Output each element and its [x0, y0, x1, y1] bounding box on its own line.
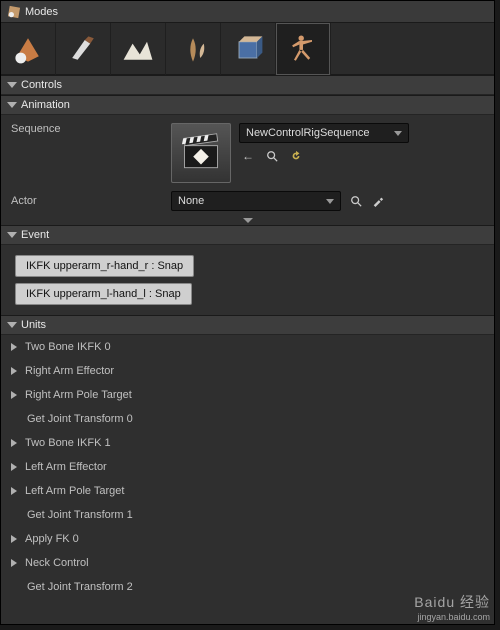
caret-right-icon [11, 559, 17, 567]
section-controls[interactable]: Controls [1, 75, 494, 95]
modes-panel: Modes Controls Animation Sequence [0, 0, 495, 625]
unit-item[interactable]: Right Arm Pole Target [1, 383, 494, 407]
nav-back-icon[interactable]: ← [241, 149, 255, 163]
unit-item[interactable]: Left Arm Pole Target [1, 479, 494, 503]
caret-right-icon [11, 439, 17, 447]
caret-right-icon [11, 535, 17, 543]
unit-label: Left Arm Pole Target [25, 485, 124, 497]
units-body: Two Bone IKFK 0 Right Arm Effector Right… [1, 335, 494, 599]
unit-item-child[interactable]: Get Joint Transform 0 [1, 407, 494, 431]
section-label: Controls [21, 79, 62, 91]
sequence-row: Sequence NewControlRigSequence [1, 115, 494, 187]
caret-down-icon [7, 322, 17, 328]
caret-down-icon [7, 82, 17, 88]
section-label: Units [21, 319, 46, 331]
section-event[interactable]: Event [1, 225, 494, 245]
caret-down-icon [7, 232, 17, 238]
caret-down-icon [7, 102, 17, 108]
unit-item-child[interactable]: Get Joint Transform 1 [1, 503, 494, 527]
animation-body: Sequence NewControlRigSequence [1, 115, 494, 225]
chevron-down-icon [243, 218, 253, 223]
mode-brush[interactable] [221, 23, 276, 75]
mode-place[interactable] [1, 23, 56, 75]
title-bar[interactable]: Modes [1, 1, 494, 23]
caret-right-icon [11, 487, 17, 495]
chevron-down-icon [394, 131, 402, 136]
unit-label: Left Arm Effector [25, 461, 107, 473]
unit-label: Apply FK 0 [25, 533, 79, 545]
unit-label: Two Bone IKFK 1 [25, 437, 111, 449]
actor-dropdown[interactable]: None [171, 191, 341, 211]
caret-right-icon [11, 367, 17, 375]
caret-right-icon [11, 391, 17, 399]
actor-value: None [178, 195, 204, 207]
search-icon[interactable] [349, 194, 363, 208]
sequence-dropdown[interactable]: NewControlRigSequence [239, 123, 409, 143]
unit-item-child[interactable]: Get Joint Transform 2 [1, 575, 494, 599]
caret-right-icon [11, 343, 17, 351]
clapper-icon [171, 123, 231, 183]
chevron-down-icon [326, 199, 334, 204]
unit-label: Get Joint Transform 1 [27, 509, 133, 521]
event-snap-button[interactable]: IKFK upperarm_r-hand_r : Snap [15, 255, 194, 277]
unit-label: Two Bone IKFK 0 [25, 341, 111, 353]
eyedropper-icon[interactable] [371, 194, 385, 208]
caret-right-icon [11, 463, 17, 471]
actor-label: Actor [11, 195, 171, 207]
event-snap-button[interactable]: IKFK upperarm_l-hand_l : Snap [15, 283, 192, 305]
section-animation[interactable]: Animation [1, 95, 494, 115]
section-label: Animation [21, 99, 70, 111]
mode-landscape[interactable] [111, 23, 166, 75]
sequence-thumbnail[interactable] [171, 123, 231, 183]
unit-item[interactable]: Left Arm Effector [1, 455, 494, 479]
unit-label: Neck Control [25, 557, 89, 569]
reset-icon[interactable] [289, 149, 303, 163]
section-label: Event [21, 229, 49, 241]
mode-foliage[interactable] [166, 23, 221, 75]
event-body: IKFK upperarm_r-hand_r : Snap IKFK upper… [1, 245, 494, 315]
unit-label: Right Arm Pole Target [25, 389, 132, 401]
window-title: Modes [25, 6, 58, 18]
unit-item[interactable]: Two Bone IKFK 1 [1, 431, 494, 455]
unit-label: Get Joint Transform 0 [27, 413, 133, 425]
advanced-toggle[interactable] [1, 215, 494, 225]
unit-item[interactable]: Right Arm Effector [1, 359, 494, 383]
app-icon [7, 5, 21, 19]
sequence-value: NewControlRigSequence [246, 127, 370, 139]
actor-row: Actor None [1, 187, 494, 215]
mode-paint[interactable] [56, 23, 111, 75]
sequence-controls: NewControlRigSequence ← [231, 123, 484, 163]
unit-label: Right Arm Effector [25, 365, 114, 377]
unit-item[interactable]: Two Bone IKFK 0 [1, 335, 494, 359]
mode-toolbar [1, 23, 494, 75]
unit-item[interactable]: Apply FK 0 [1, 527, 494, 551]
search-icon[interactable] [265, 149, 279, 163]
unit-item[interactable]: Neck Control [1, 551, 494, 575]
mode-animation[interactable] [276, 23, 331, 75]
unit-label: Get Joint Transform 2 [27, 581, 133, 593]
sequence-label: Sequence [11, 123, 171, 135]
section-units[interactable]: Units [1, 315, 494, 335]
